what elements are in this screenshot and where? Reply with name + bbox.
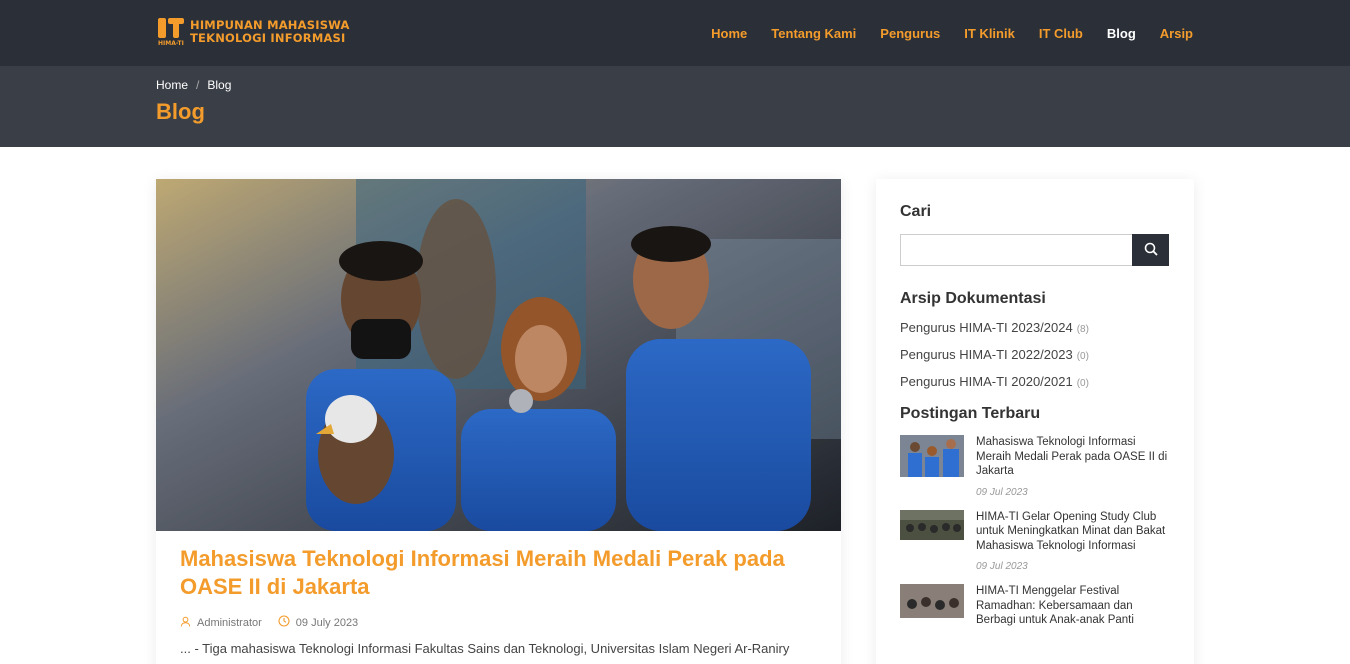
- search-button[interactable]: [1132, 234, 1169, 266]
- archive-item-count: (0): [1076, 378, 1089, 389]
- page-title: Blog: [156, 99, 205, 124]
- sidebar: Cari Arsip Dokumentasi Pengurus HIMA-TI …: [876, 179, 1194, 664]
- nav-it-club[interactable]: IT Club: [1039, 26, 1083, 41]
- post-excerpt: ... - Tiga mahasiswa Teknologi Informasi…: [180, 641, 790, 656]
- recent-post-item[interactable]: Mahasiswa Teknologi Informasi Meraih Med…: [900, 435, 1170, 498]
- nav-tentang-kami[interactable]: Tentang Kami: [771, 26, 856, 41]
- logo-text: HIMPUNAN MAHASISWA TEKNOLOGI INFORMASI: [190, 19, 350, 45]
- recent-post-thumbnail[interactable]: [900, 435, 964, 477]
- site-header: HIMA-TI HIMPUNAN MAHASISWA TEKNOLOGI INF…: [0, 0, 1350, 66]
- archive-item-label[interactable]: Pengurus HIMA-TI 2022/2023: [900, 347, 1073, 362]
- search-icon: [1144, 242, 1158, 259]
- breadcrumb-current: Blog: [207, 78, 232, 92]
- recent-post-title[interactable]: Mahasiswa Teknologi Informasi Meraih Med…: [976, 435, 1170, 479]
- recent-post-date: 09 Jul 2023: [976, 486, 1028, 498]
- post-card: Mahasiswa Teknologi Informasi Meraih Med…: [156, 179, 841, 664]
- photo-icon: [156, 179, 841, 531]
- nav-home[interactable]: Home: [711, 26, 747, 41]
- archive-heading: Arsip Dokumentasi: [900, 290, 1046, 307]
- recent-post-thumbnail[interactable]: [900, 584, 964, 626]
- post-meta: Administrator 09 July 2023: [180, 615, 374, 630]
- nav-blog[interactable]: Blog: [1107, 26, 1136, 41]
- archive-widget: Arsip Dokumentasi Pengurus HIMA-TI 2023/…: [900, 290, 1170, 389]
- archive-item[interactable]: Pengurus HIMA-TI 2020/2021 (0): [900, 374, 1170, 389]
- post-date: 09 July 2023: [278, 615, 358, 630]
- recent-post-item[interactable]: HIMA-TI Menggelar Festival Ramadhan: Keb…: [900, 584, 1170, 628]
- search-form: [900, 234, 1170, 266]
- post-date-text: 09 July 2023: [295, 616, 359, 629]
- recent-post-title[interactable]: HIMA-TI Menggelar Festival Ramadhan: Keb…: [976, 584, 1170, 628]
- archive-list: Pengurus HIMA-TI 2023/2024 (8) Pengurus H…: [900, 320, 1170, 389]
- nav-it-klinik[interactable]: IT Klinik: [964, 26, 1015, 41]
- user-icon: [180, 616, 191, 630]
- breadcrumb-home[interactable]: Home: [156, 78, 188, 92]
- post-title[interactable]: Mahasiswa Teknologi Informasi Meraih Med…: [180, 545, 820, 601]
- archive-item-label[interactable]: Pengurus HIMA-TI 2020/2021: [900, 374, 1073, 389]
- archive-item-label[interactable]: Pengurus HIMA-TI 2023/2024: [900, 320, 1073, 335]
- archive-item-count: (0): [1076, 351, 1089, 362]
- recent-post-title[interactable]: HIMA-TI Gelar Opening Study Club untuk M…: [976, 510, 1170, 554]
- post-author: Administrator: [180, 616, 262, 630]
- site-logo[interactable]: HIMA-TI HIMPUNAN MAHASISWA TEKNOLOGI INF…: [158, 16, 350, 48]
- nav-pengurus[interactable]: Pengurus: [880, 26, 940, 41]
- page-header: Home / Blog Blog: [0, 66, 1350, 147]
- post-author-name[interactable]: Administrator: [197, 617, 262, 629]
- archive-item-count: (8): [1076, 324, 1089, 335]
- nav-arsip[interactable]: Arsip: [1160, 26, 1193, 41]
- recent-post-thumbnail[interactable]: [900, 509, 964, 552]
- search-heading: Cari: [900, 203, 932, 220]
- archive-item[interactable]: Pengurus HIMA-TI 2023/2024 (8): [900, 320, 1170, 335]
- logo-mark-icon: HIMA-TI: [158, 16, 185, 48]
- recent-posts-widget: Postingan Terbaru Mahasiswa Teknologi In…: [900, 405, 1170, 628]
- post-featured-image[interactable]: [156, 179, 841, 531]
- recent-post-date: 09 Jul 2023: [976, 561, 1028, 572]
- breadcrumb: Home / Blog: [156, 78, 231, 92]
- search-input[interactable]: [900, 234, 1132, 266]
- clock-icon: [278, 615, 290, 630]
- recent-post-item[interactable]: HIMA-TI Gelar Opening Study Club untuk M…: [900, 509, 1170, 572]
- main-nav: Home Tentang Kami Pengurus IT Klinik IT …: [687, 0, 1193, 66]
- breadcrumb-separator: /: [196, 78, 200, 92]
- search-widget: Cari: [900, 203, 1170, 266]
- logo-short-text: HIMA-TI: [158, 40, 184, 47]
- main-content: Mahasiswa Teknologi Informasi Meraih Med…: [0, 147, 1350, 664]
- archive-item[interactable]: Pengurus HIMA-TI 2022/2023 (0): [900, 347, 1170, 362]
- logo-line-2: TEKNOLOGI INFORMASI: [190, 31, 346, 45]
- recent-heading: Postingan Terbaru: [900, 405, 1041, 422]
